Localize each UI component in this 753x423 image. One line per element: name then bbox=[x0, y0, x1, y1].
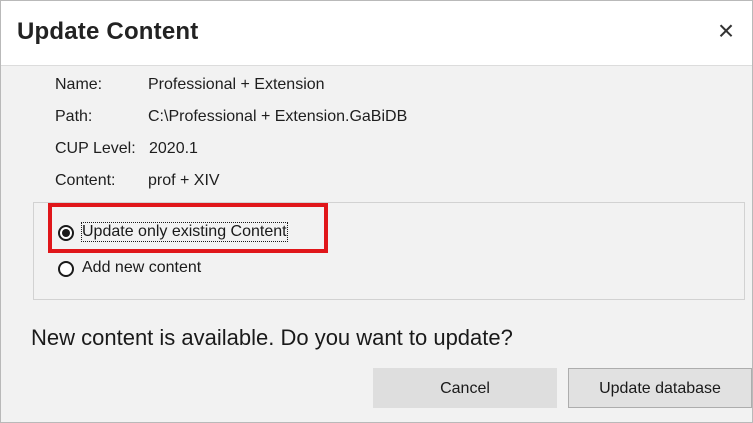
dialog-title: Update Content bbox=[17, 18, 199, 45]
radio-unchecked-icon[interactable] bbox=[58, 261, 74, 277]
cancel-button[interactable]: Cancel bbox=[373, 368, 557, 408]
path-label: Path: bbox=[55, 108, 93, 125]
cup-level-value: 2020.1 bbox=[149, 140, 198, 157]
path-value: C:\Professional + Extension.GaBiDB bbox=[148, 108, 408, 125]
cup-level-label: CUP Level: bbox=[55, 140, 136, 157]
radio-checked-icon[interactable] bbox=[58, 225, 74, 241]
update-database-button[interactable]: Update database bbox=[568, 368, 752, 408]
dialog-body: Name: Professional + Extension Path: C:\… bbox=[1, 65, 752, 422]
radio-update-existing-label[interactable]: Update only existing Content bbox=[81, 222, 288, 242]
radio-add-new-label[interactable]: Add new content bbox=[82, 259, 201, 277]
content-value: prof + XIV bbox=[148, 172, 220, 189]
update-question: New content is available. Do you want to… bbox=[31, 325, 513, 350]
name-label: Name: bbox=[55, 76, 103, 93]
update-options-group: Update only existing Content Add new con… bbox=[33, 202, 745, 300]
update-content-dialog: Update Content × Name: Professional + Ex… bbox=[0, 0, 753, 423]
title-bar: Update Content × bbox=[1, 1, 752, 65]
content-label: Content: bbox=[55, 172, 116, 189]
name-value: Professional + Extension bbox=[148, 76, 325, 93]
close-button[interactable]: × bbox=[708, 13, 744, 49]
